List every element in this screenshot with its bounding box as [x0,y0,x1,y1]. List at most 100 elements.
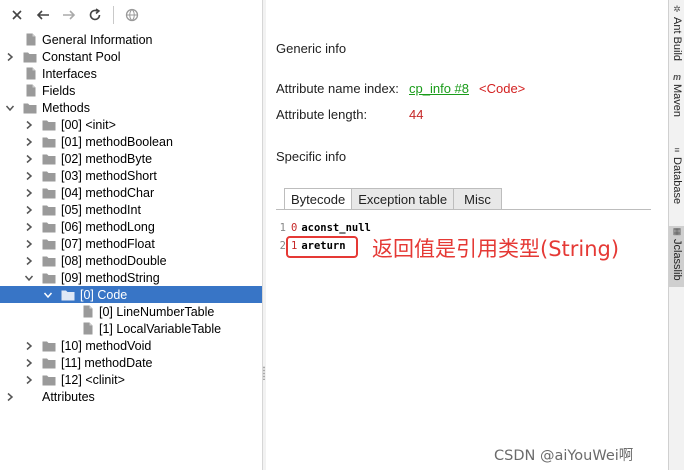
tree-item-label: [09] methodString [61,270,160,285]
file-icon [83,305,93,318]
tree-item[interactable]: [10] methodVoid [0,337,262,354]
annotation-highlight-box [286,236,358,258]
chevron-right-icon[interactable] [23,340,35,352]
tree-item[interactable]: [09] methodString [0,269,262,286]
tab-exception-table[interactable]: Exception table [351,188,455,210]
tree-item[interactable]: [01] methodBoolean [0,133,262,150]
tree-item[interactable]: [08] methodDouble [0,252,262,269]
folder-icon [42,204,56,216]
tree-item-label: [04] methodChar [61,185,155,200]
chevron-right-icon[interactable] [4,51,16,63]
tree-item-label: General Information [42,32,153,47]
chevron-right-icon[interactable] [23,170,35,182]
tree-item[interactable]: [05] methodInt [0,201,262,218]
tree-item[interactable]: [1] LocalVariableTable [0,320,262,337]
generic-info-heading: Generic info [276,41,347,56]
chevron-right-icon[interactable] [23,136,35,148]
tree-item-label: [03] methodShort [61,168,157,183]
tree-item-label: [06] methodLong [61,219,155,234]
tool-tab-maven[interactable]: m Maven [669,72,684,117]
tab-misc[interactable]: Misc [453,188,502,210]
toolbar-divider [113,6,114,24]
chevron-right-icon[interactable] [23,221,35,233]
class-structure-tree: General Information Constant Pool Interfac… [0,30,262,470]
tree-item[interactable]: [12] <clinit> [0,371,262,388]
tool-tab-database[interactable]: ≡ Database [669,145,684,204]
tree-item-label: Fields [42,83,76,98]
watermark: CSDN @aiYouWei啊 [494,448,634,464]
tree-item[interactable]: Constant Pool [0,48,262,65]
folder-icon [42,187,56,199]
chevron-down-icon[interactable] [4,102,16,114]
close-icon[interactable] [6,4,28,26]
chevron-right-icon[interactable] [23,255,35,267]
tree-item-label: [1] LocalVariableTable [99,321,222,336]
browser-icon[interactable] [121,4,143,26]
tree-item[interactable]: [11] methodDate [0,354,262,371]
chevron-right-icon[interactable] [23,119,35,131]
tab-bytecode[interactable]: Bytecode [284,188,353,210]
annotation-text: 返回值是引用类型(String) [372,237,620,261]
tree-item-label: Interfaces [42,66,97,81]
chevron-right-icon[interactable] [23,204,35,216]
tree-item-label: Methods [42,100,90,115]
maven-icon: m [672,72,681,82]
tool-tab-jclasslib[interactable]: ▦ Jclasslib [669,226,684,287]
folder-icon [42,153,56,165]
tree-item[interactable]: General Information [0,31,262,48]
folder-icon [42,221,56,233]
tree-item[interactable]: [07] methodFloat [0,235,262,252]
file-icon [26,33,36,46]
tree-item[interactable]: Attributes [0,388,262,405]
forward-icon[interactable] [58,4,80,26]
back-icon[interactable] [32,4,54,26]
line-number: 2 [279,240,286,252]
tree-item-label: Attributes [42,389,95,404]
tree-item[interactable]: [03] methodShort [0,167,262,184]
attribute-length-label: Attribute length: [276,107,368,122]
chevron-down-icon[interactable] [23,272,35,284]
chevron-down-icon[interactable] [42,289,54,301]
folder-icon [42,238,56,250]
tree-item[interactable]: [06] methodLong [0,218,262,235]
bytecode-offset: 0 [291,222,298,234]
tree-item[interactable]: [0] Code [0,286,262,303]
tree-item-label: [08] methodDouble [61,253,167,268]
tree-item[interactable]: Interfaces [0,65,262,82]
specific-info-heading: Specific info [276,149,347,164]
tree-item-label: [0] LineNumberTable [99,304,215,319]
attribute-name-index-label: Attribute name index: [276,81,399,96]
tree-item-label: [01] methodBoolean [61,134,173,149]
cp-info-link[interactable]: cp_info #8 [409,81,469,96]
chevron-right-icon[interactable] [4,391,16,403]
chevron-right-icon[interactable] [23,153,35,165]
chevron-right-icon[interactable] [23,187,35,199]
tool-tab-label: Jclasslib [671,239,683,281]
tab-divider [276,209,651,210]
tool-window-strip: ✲ Ant Build m Maven ≡ Database ▦ Jclassl… [668,0,684,470]
tree-item[interactable]: [04] methodChar [0,184,262,201]
chevron-right-icon[interactable] [23,357,35,369]
tree-item-label: [07] methodFloat [61,236,155,251]
tree-item[interactable]: Methods [0,99,262,116]
tree-item[interactable]: [02] methodByte [0,150,262,167]
tree-item[interactable]: [0] LineNumberTable [0,303,262,320]
splitter-grip-icon[interactable] [263,366,265,380]
tree-item[interactable]: [00] <init> [0,116,262,133]
database-icon: ≡ [674,145,680,155]
code-line: 1 0 aconst_null [274,220,371,236]
bytecode-instruction[interactable]: aconst_null [301,222,371,234]
file-icon [26,84,36,97]
folder-icon [42,170,56,182]
file-icon [26,67,36,80]
chevron-right-icon[interactable] [23,374,35,386]
folder-icon [42,272,56,284]
folder-icon [42,255,56,267]
folder-icon [23,51,37,63]
folder-icon [61,289,75,301]
tool-tab-ant-build[interactable]: ✲ Ant Build [669,4,684,61]
folder-icon [42,357,56,369]
refresh-icon[interactable] [84,4,106,26]
tree-item[interactable]: Fields [0,82,262,99]
chevron-right-icon[interactable] [23,238,35,250]
